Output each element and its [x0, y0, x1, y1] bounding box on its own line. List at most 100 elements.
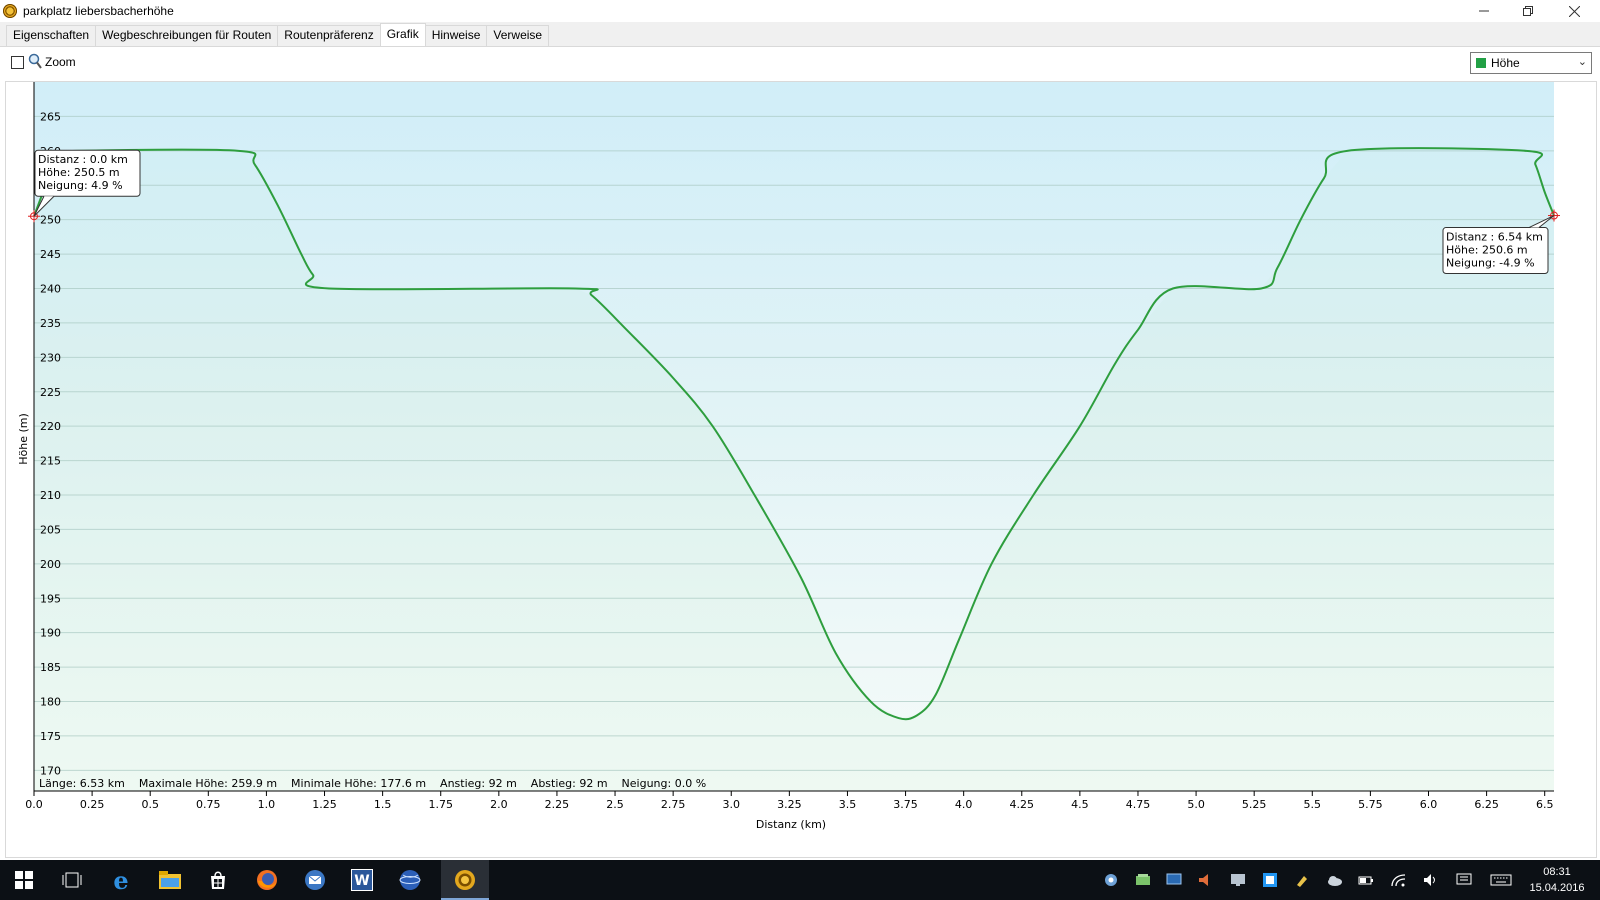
- x-tick-label: 0.25: [80, 798, 105, 811]
- x-tick-label: 2.0: [490, 798, 508, 811]
- x-tick-label: 5.0: [1187, 798, 1205, 811]
- keyboard-icon[interactable]: [1490, 872, 1512, 888]
- volume-icon[interactable]: [1422, 872, 1438, 888]
- x-tick-label: 6.0: [1420, 798, 1438, 811]
- close-button[interactable]: [1552, 0, 1596, 22]
- x-tick-label: 2.5: [606, 798, 624, 811]
- display-icon[interactable]: [1166, 872, 1182, 888]
- sync-icon[interactable]: [1135, 872, 1151, 888]
- y-tick-label: 180: [40, 696, 61, 709]
- clock-time: 08:31: [1543, 866, 1571, 878]
- title-bar: parkplatz liebersbacherhöhe: [0, 0, 1600, 22]
- minimize-icon: [1479, 10, 1489, 12]
- y-tick-label: 190: [40, 627, 61, 640]
- monitor-icon[interactable]: [1230, 872, 1246, 888]
- word-icon[interactable]: W: [350, 868, 374, 892]
- mail-icon[interactable]: [303, 868, 327, 892]
- window-title: parkplatz liebersbacherhöhe: [23, 4, 174, 18]
- speaker-muted-icon[interactable]: [1197, 872, 1213, 888]
- x-axis-title: Distanz (km): [756, 818, 826, 831]
- taskbar: e W 08:31 15.04.2016: [0, 860, 1600, 900]
- svg-text:W: W: [354, 873, 369, 889]
- tooltip-line: Distanz : 0.0 km: [38, 153, 128, 166]
- tab-routenpraeferenz[interactable]: Routenpräferenz: [277, 25, 381, 46]
- x-tick-label: 0.5: [141, 798, 159, 811]
- x-tick-label: 0.0: [25, 798, 43, 811]
- x-tick-label: 6.5: [1536, 798, 1554, 811]
- y-tick-label: 230: [40, 351, 61, 364]
- x-tick-label: 4.0: [955, 798, 973, 811]
- tools-icon[interactable]: [1294, 872, 1310, 888]
- action-center-icon[interactable]: [1456, 872, 1472, 888]
- series-select-value: Höhe: [1491, 56, 1520, 70]
- route-summary: Länge: 6.53 km Maximale Höhe: 259.9 m Mi…: [39, 777, 706, 790]
- y-tick-label: 250: [40, 214, 61, 227]
- y-tick-label: 245: [40, 248, 61, 261]
- chevron-down-icon: ⌄: [1577, 56, 1587, 68]
- file-explorer-icon[interactable]: [158, 868, 182, 892]
- firefox-icon[interactable]: [255, 868, 279, 892]
- tab-eigenschaften[interactable]: Eigenschaften: [6, 25, 97, 46]
- y-tick-label: 210: [40, 489, 61, 502]
- x-tick-label: 2.25: [545, 798, 570, 811]
- tab-strip: Eigenschaften Wegbeschreibungen für Rout…: [0, 22, 1600, 47]
- y-tick-label: 215: [40, 455, 61, 468]
- store-icon[interactable]: [206, 868, 230, 892]
- y-tick-label: 220: [40, 420, 61, 433]
- y-axis-title: Höhe (m): [17, 413, 30, 465]
- x-tick-label: 1.75: [428, 798, 453, 811]
- y-tick-label: 175: [40, 730, 61, 743]
- x-tick-label: 3.75: [893, 798, 918, 811]
- cloud-icon[interactable]: [1326, 872, 1342, 888]
- tab-hinweise[interactable]: Hinweise: [424, 25, 488, 46]
- y-tick-label: 195: [40, 592, 61, 605]
- navigation-app-icon[interactable]: [453, 868, 477, 892]
- y-tick-label: 225: [40, 386, 61, 399]
- elevation-chart-svg[interactable]: 2652602552502452402352302252202152102052…: [6, 82, 1596, 857]
- x-tick-label: 5.5: [1304, 798, 1322, 811]
- task-view-icon[interactable]: [60, 868, 84, 892]
- elevation-chart: 2652602552502452402352302252202152102052…: [5, 81, 1597, 858]
- tab-wegbeschreibungen[interactable]: Wegbeschreibungen für Routen: [95, 25, 279, 46]
- battery-icon[interactable]: [1358, 872, 1374, 888]
- start-icon[interactable]: [12, 868, 36, 892]
- globe-icon[interactable]: [398, 868, 422, 892]
- series-color-swatch: [1476, 58, 1486, 68]
- tooltip-line: Höhe: 250.6 m: [1446, 244, 1528, 257]
- app-icon: [3, 4, 17, 18]
- magnifier-icon: [28, 53, 42, 69]
- zoom-checkbox[interactable]: [11, 56, 24, 69]
- clock-date: 15.04.2016: [1529, 882, 1585, 894]
- restore-button[interactable]: [1506, 0, 1550, 22]
- minimize-button[interactable]: [1462, 0, 1506, 22]
- tab-grafik[interactable]: Grafik: [379, 23, 426, 46]
- x-tick-label: 4.5: [1071, 798, 1089, 811]
- close-icon: [1568, 5, 1580, 17]
- tooltip-line: Höhe: 250.5 m: [38, 166, 120, 179]
- tooltip-line: Neigung: -4.9 %: [1446, 257, 1535, 270]
- x-tick-label: 4.75: [1126, 798, 1151, 811]
- chart-toolbar: Zoom Höhe ⌄: [0, 47, 1600, 79]
- y-tick-label: 265: [40, 110, 61, 123]
- app-tray-icon[interactable]: [1262, 872, 1278, 888]
- x-tick-label: 6.25: [1474, 798, 1499, 811]
- x-tick-label: 1.25: [312, 798, 337, 811]
- network-globe-icon[interactable]: [1103, 872, 1119, 888]
- edge-icon[interactable]: e: [109, 866, 133, 895]
- x-tick-label: 4.25: [1010, 798, 1035, 811]
- y-tick-label: 200: [40, 558, 61, 571]
- x-tick-label: 5.25: [1242, 798, 1267, 811]
- tab-verweise[interactable]: Verweise: [486, 25, 550, 46]
- taskbar-clock[interactable]: 08:31 15.04.2016: [1522, 864, 1592, 896]
- tooltip-line: Neigung: 4.9 %: [38, 179, 123, 192]
- tooltip-line: Distanz : 6.54 km: [1446, 231, 1543, 244]
- y-tick-label: 185: [40, 661, 61, 674]
- restore-icon: [1523, 6, 1533, 16]
- x-tick-label: 3.0: [722, 798, 740, 811]
- x-tick-label: 1.5: [374, 798, 392, 811]
- y-tick-label: 235: [40, 317, 61, 330]
- series-select[interactable]: Höhe ⌄: [1470, 52, 1592, 74]
- x-tick-label: 5.75: [1358, 798, 1383, 811]
- x-tick-label: 3.25: [777, 798, 802, 811]
- wifi-icon[interactable]: [1390, 872, 1406, 888]
